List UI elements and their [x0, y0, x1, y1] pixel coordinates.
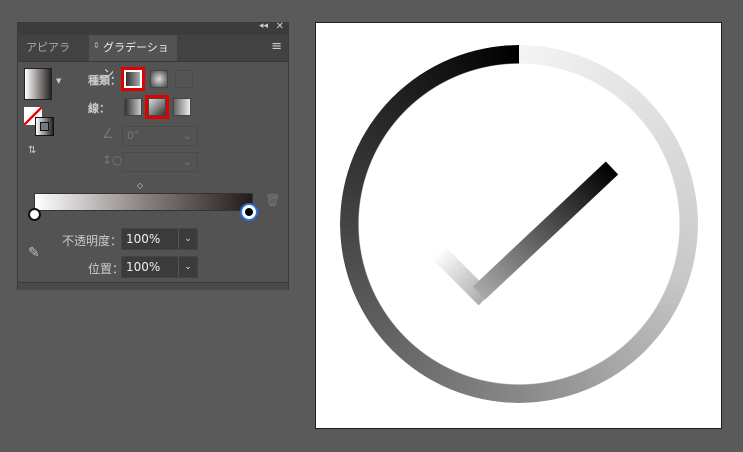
checkmark-short-stroke[interactable]: [431, 245, 492, 306]
checkmark-layer: [431, 161, 619, 306]
checkmark-long-stroke[interactable]: [472, 161, 619, 300]
